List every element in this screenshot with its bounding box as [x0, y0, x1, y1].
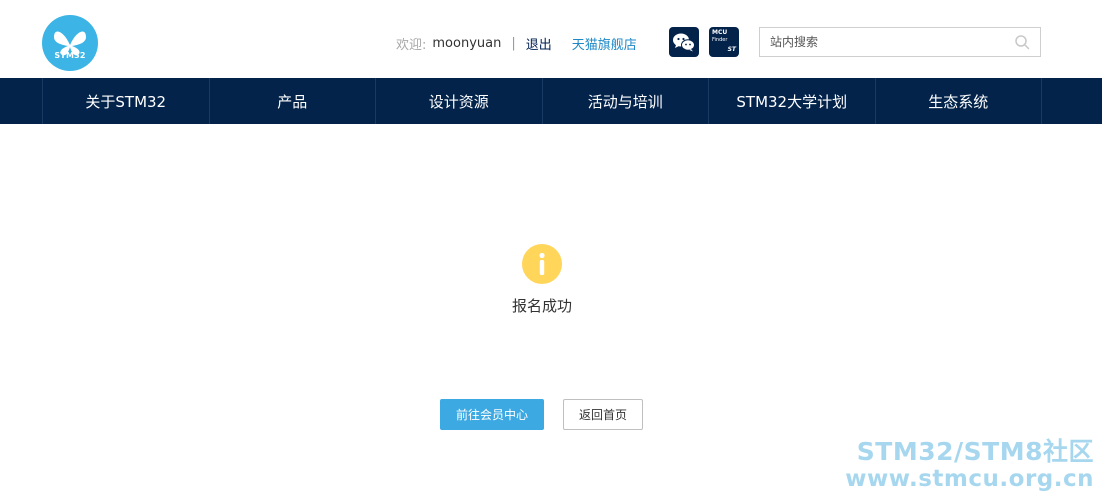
butterfly-icon [54, 31, 86, 56]
separator: | [511, 35, 516, 51]
go-member-center-button[interactable]: 前往会员中心 [440, 399, 544, 430]
success-message: 报名成功 [511, 297, 572, 315]
user-area: 欢迎: moonyuan | 退出 天猫旗舰店 [396, 33, 637, 53]
logo-text: STM32 [54, 51, 86, 60]
header: STM32 欢迎: moonyuan | 退出 天猫旗舰店 MCU Finder… [0, 0, 1102, 78]
search-icon[interactable] [1014, 34, 1030, 50]
nav-item-design-resources[interactable]: 设计资源 [376, 78, 543, 124]
search-box [759, 27, 1041, 57]
back-home-button[interactable]: 返回首页 [563, 399, 643, 430]
nav-item-events-training[interactable]: 活动与培训 [543, 78, 709, 124]
info-icon [522, 244, 562, 284]
watermark: STM32/STM8社区 www.stmcu.org.cn [845, 437, 1094, 493]
finder-label: Finder [712, 37, 728, 43]
nav-inner: 关于STM32 产品 设计资源 活动与培训 STM32大学计划 生态系统 [42, 78, 1042, 124]
stm32-logo[interactable]: STM32 [42, 15, 98, 71]
watermark-line1: STM32/STM8社区 [856, 437, 1094, 466]
wechat-icon [673, 33, 695, 52]
tmall-store-link[interactable]: 天猫旗舰店 [572, 34, 637, 53]
mcu-label: MCU [712, 29, 728, 36]
logout-link[interactable]: 退出 [526, 34, 552, 53]
mcu-finder-button[interactable]: MCU Finder ST [709, 27, 739, 57]
nav-item-products[interactable]: 产品 [210, 78, 376, 124]
nav-item-ecosystem[interactable]: 生态系统 [876, 78, 1042, 124]
watermark-line2: www.stmcu.org.cn [845, 466, 1094, 492]
st-logo-icon: ST [727, 46, 736, 53]
nav-item-about[interactable]: 关于STM32 [43, 78, 210, 124]
welcome-label: 欢迎: [396, 37, 427, 53]
wechat-button[interactable] [669, 27, 699, 57]
username[interactable]: moonyuan [432, 36, 501, 51]
nav-item-university-program[interactable]: STM32大学计划 [709, 78, 876, 124]
search-input[interactable] [760, 28, 1000, 56]
main-nav: 关于STM32 产品 设计资源 活动与培训 STM32大学计划 生态系统 [0, 78, 1102, 124]
